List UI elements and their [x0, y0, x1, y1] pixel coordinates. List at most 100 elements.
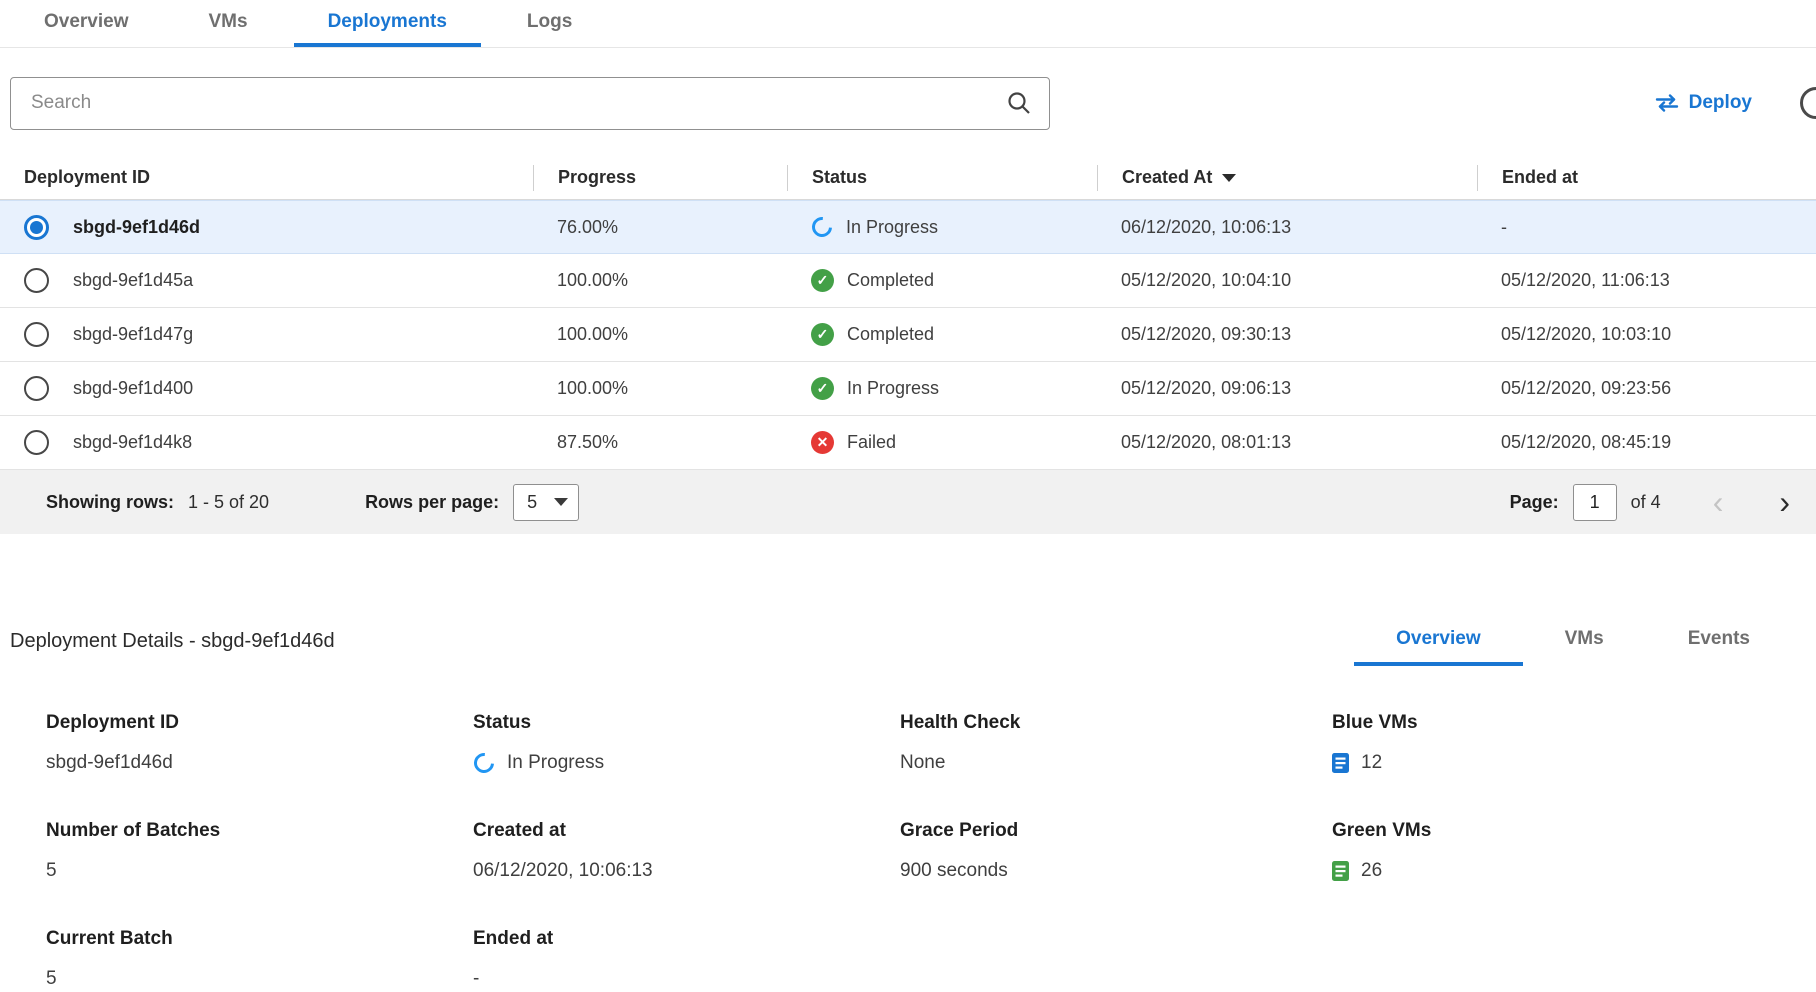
tab-deployments[interactable]: Deployments — [294, 0, 481, 47]
column-label: Ended at — [1502, 167, 1578, 188]
field-value: 26 — [1332, 858, 1792, 884]
column-label: Deployment ID — [24, 167, 150, 188]
field-value: 900 seconds — [900, 858, 1332, 884]
field-label: Status — [473, 712, 900, 734]
details-fields-grid: Deployment ID sbgd-9ef1d46d Status In Pr… — [10, 712, 1792, 992]
sort-desc-icon — [1222, 174, 1236, 182]
field-blue-vms: Blue VMs 12 — [1332, 712, 1792, 776]
field-value: sbgd-9ef1d46d — [46, 750, 473, 776]
field-label: Current Batch — [46, 928, 473, 950]
field-label: Created at — [473, 820, 900, 842]
field-value: None — [900, 750, 1332, 776]
deployment-id: sbgd-9ef1d46d — [73, 217, 200, 238]
details-tab-overview[interactable]: Overview — [1354, 616, 1523, 666]
deployment-id: sbgd-9ef1d47g — [73, 324, 193, 345]
field-ended-at: Ended at - — [473, 928, 900, 992]
page-controls: Page: of 4 ‹ › — [1510, 484, 1790, 521]
search-box — [10, 77, 1050, 130]
field-label: Grace Period — [900, 820, 1332, 842]
blue-vms-count: 12 — [1361, 752, 1382, 774]
column-ended-at: Ended at — [1477, 165, 1816, 191]
ended-at-cell: 05/12/2020, 09:23:56 — [1477, 378, 1816, 399]
tab-logs[interactable]: Logs — [493, 0, 606, 47]
page-input[interactable] — [1573, 484, 1617, 521]
clipped-circle-icon[interactable] — [1800, 87, 1816, 119]
row-radio[interactable] — [24, 430, 49, 455]
status-completed-icon — [811, 377, 834, 400]
rows-per-page-value: 5 — [527, 492, 537, 513]
details-tab-vms[interactable]: VMs — [1523, 616, 1646, 666]
page-total: of 4 — [1631, 492, 1661, 513]
table-row[interactable]: sbgd-9ef1d45a 100.00% Completed 05/12/20… — [0, 254, 1816, 308]
field-value: - — [473, 966, 900, 992]
column-progress: Progress — [533, 165, 787, 191]
progress-cell: 100.00% — [533, 270, 787, 291]
search-input[interactable] — [10, 77, 1050, 130]
row-radio[interactable] — [24, 215, 49, 240]
deployment-id: sbgd-9ef1d400 — [73, 378, 193, 399]
field-label: Blue VMs — [1332, 712, 1792, 734]
field-label: Deployment ID — [46, 712, 473, 734]
table-row[interactable]: sbgd-9ef1d4k8 87.50% Failed 05/12/2020, … — [0, 416, 1816, 470]
table-footer: Showing rows: 1 - 5 of 20 Rows per page:… — [0, 470, 1816, 534]
column-label: Created At — [1122, 167, 1212, 188]
field-deployment-id: Deployment ID sbgd-9ef1d46d — [46, 712, 473, 776]
field-health-check: Health Check None — [900, 712, 1332, 776]
field-number-of-batches: Number of Batches 5 — [46, 820, 473, 884]
status-completed-icon — [811, 269, 834, 292]
rows-per-page-select[interactable]: 5 — [513, 484, 579, 521]
status-label: Completed — [847, 270, 934, 291]
deploy-button[interactable]: Deploy — [1655, 92, 1752, 114]
table-row[interactable]: sbgd-9ef1d47g 100.00% Completed 05/12/20… — [0, 308, 1816, 362]
field-value: 5 — [46, 966, 473, 992]
row-radio[interactable] — [24, 322, 49, 347]
status-label: In Progress — [846, 217, 938, 238]
created-at-cell: 05/12/2020, 08:01:13 — [1097, 432, 1477, 453]
field-label: Green VMs — [1332, 820, 1792, 842]
page-label: Page: — [1510, 492, 1559, 513]
row-radio[interactable] — [24, 376, 49, 401]
deploy-label: Deploy — [1689, 92, 1752, 114]
deploy-icon — [1655, 94, 1679, 112]
tab-overview[interactable]: Overview — [10, 0, 163, 47]
table-header: Deployment ID Progress Status Created At… — [0, 156, 1816, 200]
status-label: In Progress — [507, 752, 604, 774]
tab-vms[interactable]: VMs — [175, 0, 282, 47]
field-label: Health Check — [900, 712, 1332, 734]
table-row[interactable]: sbgd-9ef1d46d 76.00% In Progress 06/12/2… — [0, 200, 1816, 254]
row-radio[interactable] — [24, 268, 49, 293]
showing-rows-value: 1 - 5 of 20 — [188, 492, 269, 513]
search-icon[interactable] — [1006, 90, 1032, 116]
status-failed-icon — [811, 431, 834, 454]
chevron-right-icon[interactable]: › — [1779, 486, 1790, 518]
column-deployment-id: Deployment ID — [0, 165, 533, 191]
green-vms-count: 26 — [1361, 860, 1382, 882]
details-tab-events[interactable]: Events — [1646, 616, 1792, 666]
chevron-left-icon[interactable]: ‹ — [1713, 486, 1724, 518]
table-row[interactable]: sbgd-9ef1d400 100.00% In Progress 05/12/… — [0, 362, 1816, 416]
progress-cell: 100.00% — [533, 324, 787, 345]
select-caret-icon — [554, 498, 568, 506]
deployment-details-section: Deployment Details - sbgd-9ef1d46d Overv… — [0, 616, 1816, 992]
status-completed-icon — [811, 323, 834, 346]
column-status: Status — [787, 165, 1097, 191]
status-in-progress-icon — [808, 213, 836, 241]
status-label: In Progress — [847, 378, 939, 399]
field-label: Number of Batches — [46, 820, 473, 842]
ended-at-cell: - — [1477, 217, 1816, 238]
progress-cell: 76.00% — [533, 217, 787, 238]
main-tab-bar: Overview VMs Deployments Logs — [0, 0, 1816, 48]
progress-cell: 87.50% — [533, 432, 787, 453]
field-value: 12 — [1332, 750, 1792, 776]
ended-at-cell: 05/12/2020, 10:03:10 — [1477, 324, 1816, 345]
column-created-at[interactable]: Created At — [1097, 165, 1477, 191]
column-label: Progress — [558, 167, 636, 188]
created-at-cell: 05/12/2020, 10:04:10 — [1097, 270, 1477, 291]
field-value: In Progress — [473, 750, 900, 776]
status-label: Failed — [847, 432, 896, 453]
field-created-at: Created at 06/12/2020, 10:06:13 — [473, 820, 900, 884]
field-value: 06/12/2020, 10:06:13 — [473, 858, 900, 884]
details-tab-bar: Overview VMs Events — [1354, 616, 1792, 666]
created-at-cell: 05/12/2020, 09:06:13 — [1097, 378, 1477, 399]
field-grace-period: Grace Period 900 seconds — [900, 820, 1332, 884]
